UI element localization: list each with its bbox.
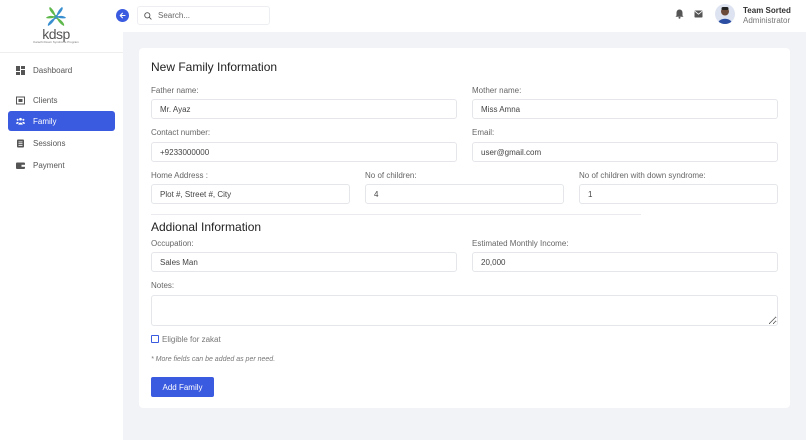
occupation-input[interactable] [151,252,457,272]
section-divider [151,214,641,215]
zakat-checkbox[interactable] [151,335,159,343]
more-fields-note: * More fields can be added as per need. [151,356,276,363]
sidebar-item-label: Family [33,116,57,126]
payment-icon [16,161,25,170]
email-input[interactable] [472,142,778,162]
search-box[interactable] [137,6,270,25]
sidebar-item-label: Clients [33,95,58,105]
search-icon [144,11,152,20]
user-name: Team Sorted [743,6,791,15]
sidebar-item-payment[interactable]: Payment [8,155,115,175]
sidebar-item-dashboard[interactable]: Dashboard [8,60,115,80]
sidebar-item-clients[interactable]: Clients [8,90,115,110]
logo-mark-icon [46,7,66,26]
notes-textarea[interactable] [151,295,778,326]
home-address-input[interactable] [151,184,350,204]
additional-info-title: Addional Information [151,220,262,234]
home-address-label: Home Address : [151,171,208,180]
back-button[interactable] [116,9,129,22]
add-family-button[interactable]: Add Family [151,377,214,397]
children-count-input[interactable] [365,184,564,204]
occupation-label: Occupation: [151,239,194,248]
zakat-checkbox-label[interactable]: Eligible for zakat [162,335,221,344]
monthly-income-label: Estimated Monthly Income: [472,239,569,248]
ds-children-count-label: No of children with down syndrome: [579,171,706,180]
father-name-input[interactable] [151,99,457,119]
sidebar-item-label: Sessions [33,138,66,148]
arrow-left-icon [119,12,126,19]
sidebar: kdsp Karachi Down Syndrome Program Dashb… [0,0,123,440]
sidebar-item-family[interactable]: Family [8,111,115,131]
form-title: New Family Information [151,60,278,74]
ds-children-count-input[interactable] [579,184,778,204]
mother-name-label: Mother name: [472,86,522,95]
contact-number-label: Contact number: [151,128,211,137]
children-count-label: No of children: [365,171,417,180]
sidebar-item-sessions[interactable]: Sessions [8,133,115,153]
notes-label: Notes: [151,281,175,290]
user-avatar-icon [718,7,732,24]
search-input[interactable] [158,11,258,20]
sidebar-item-label: Payment [33,160,65,170]
family-icon [16,117,25,126]
user-avatar[interactable] [715,4,735,24]
notifications-bell-icon[interactable] [675,9,684,19]
dashboard-icon [16,65,25,75]
monthly-income-input[interactable] [472,252,778,272]
father-name-label: Father name: [151,86,199,95]
user-role: Administrator [743,16,791,25]
kdsp-logo[interactable]: kdsp Karachi Down Syndrome Program [28,6,84,48]
mother-name-input[interactable] [472,99,778,119]
logo-subtext: Karachi Down Syndrome Program [33,40,79,44]
sidebar-item-label: Dashboard [33,65,73,75]
sidebar-divider [0,52,123,53]
sessions-icon [16,139,25,148]
email-label: Email: [472,128,495,137]
mail-icon[interactable] [694,10,703,18]
contact-number-input[interactable] [151,142,457,162]
family-form-card: New Family Information Father name: Moth… [139,48,790,408]
clients-icon [16,96,25,105]
